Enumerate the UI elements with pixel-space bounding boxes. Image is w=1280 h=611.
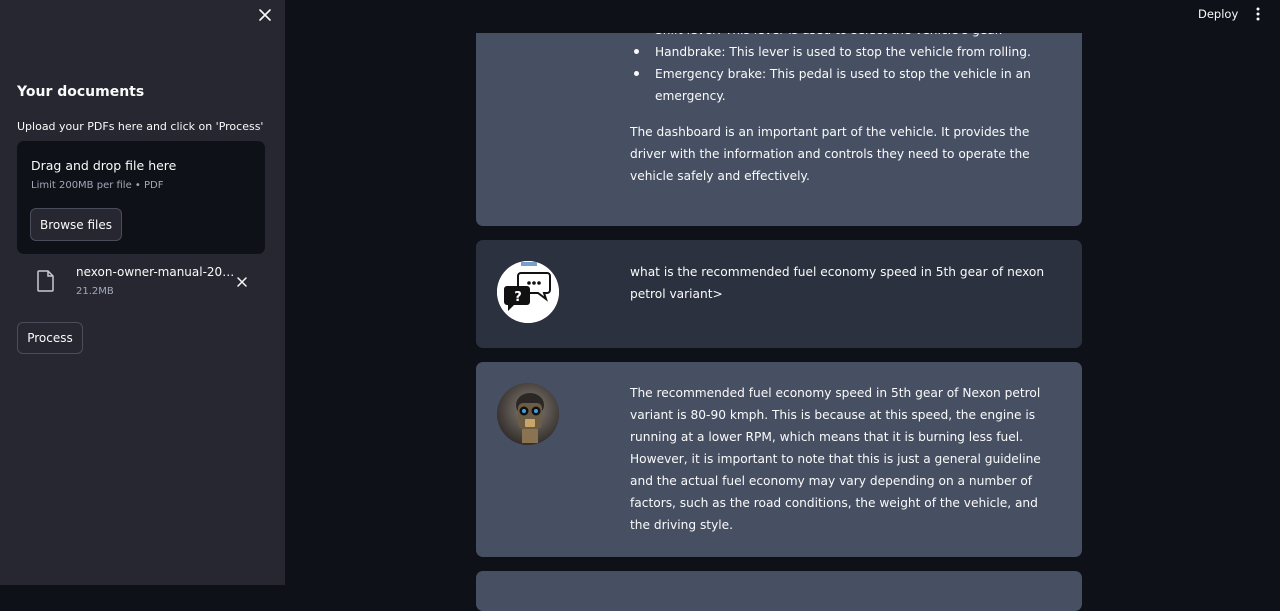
bot-message-3 [476,571,1082,611]
browse-files-button[interactable]: Browse files [30,208,122,241]
dropzone-title: Drag and drop file here [31,158,177,173]
sidebar: Your documents Upload your PDFs here and… [0,0,285,585]
upload-label: Upload your PDFs here and click on 'Proc… [17,120,264,133]
user-avatar: ? [497,261,559,323]
uploaded-file-size: 21.2MB [76,286,114,297]
close-icon [237,277,247,287]
list-item: Handbrake: This lever is used to stop th… [630,41,1050,63]
file-dropzone[interactable]: Drag and drop file here Limit 200MB per … [17,141,265,254]
scrollbar[interactable] [1275,0,1280,585]
bot-avatar [497,383,559,445]
uploaded-file-name: nexon-owner-manual-20… [76,265,235,279]
file-icon [37,270,54,292]
list-item: Emergency brake: This pedal is used to s… [630,63,1050,107]
bot-message-1-text: Shift lever: This lever is used to selec… [630,19,1050,187]
close-sidebar-button[interactable] [255,5,275,25]
close-icon [259,9,271,21]
deploy-button[interactable]: Deploy [1198,7,1238,21]
user-message: ? what is the recommended fuel economy s… [476,240,1082,348]
sidebar-title: Your documents [17,84,145,100]
svg-text:?: ? [514,290,522,305]
remove-file-button[interactable] [234,274,250,290]
process-button[interactable]: Process [17,322,83,354]
bot-message-1-paragraph: The dashboard is an important part of th… [630,125,1030,183]
more-vertical-icon[interactable] [1252,7,1264,21]
robot-avatar-icon [497,383,559,445]
user-message-text: what is the recommended fuel economy spe… [630,265,1045,301]
chat-question-icon: ? [497,261,559,323]
dropzone-limit: Limit 200MB per file • PDF [31,180,164,191]
bot-message-2: The recommended fuel economy speed in 5t… [476,362,1082,557]
bot-message-2-text: The recommended fuel economy speed in 5t… [630,386,1041,532]
bot-message-1: Shift lever: This lever is used to selec… [476,14,1082,226]
app-header [285,0,1280,33]
